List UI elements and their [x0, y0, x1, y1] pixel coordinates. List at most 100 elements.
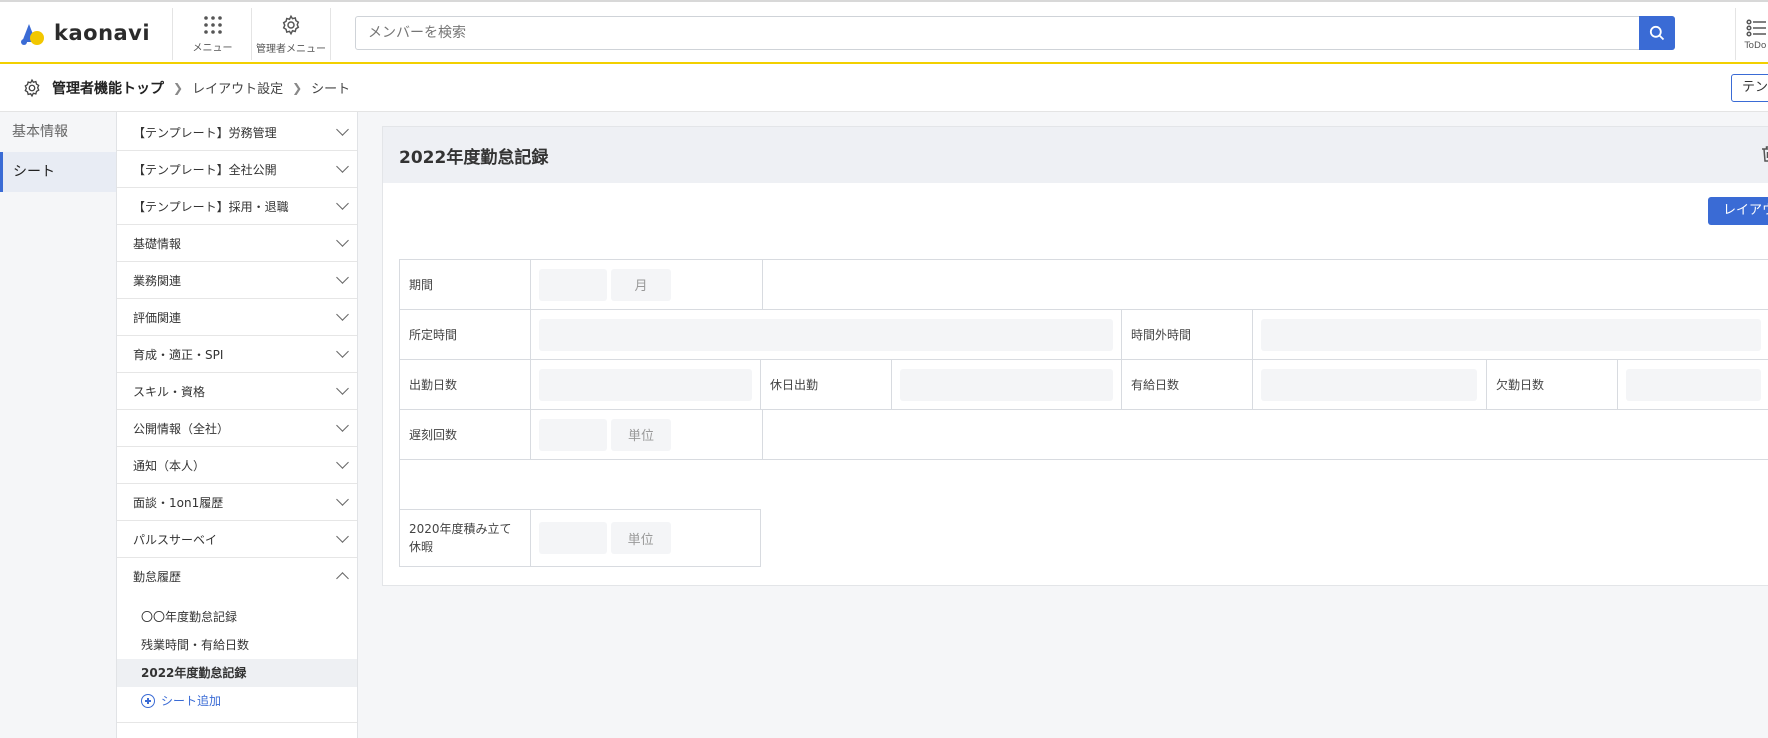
paid-leave-days-input[interactable]	[1261, 368, 1477, 401]
logo-text: kaonavi	[54, 21, 151, 45]
category-label: 【テンプレート】全社公開	[133, 162, 277, 177]
chevron-down-icon	[336, 419, 349, 432]
leftnav-item-basic-info[interactable]: 基本情報	[0, 112, 116, 152]
breadcrumb-layout-settings[interactable]: レイアウト設定	[192, 78, 283, 97]
chevron-down-icon	[336, 197, 349, 210]
leftnav-item-sheet[interactable]: シート	[0, 152, 116, 192]
chevron-down-icon	[336, 493, 349, 506]
sheet-title: 2022年度勤怠記録	[399, 147, 549, 168]
field-label-overtime-hours: 時間外時間	[1122, 310, 1253, 359]
work-days-input[interactable]	[539, 368, 752, 401]
breadcrumb-admin-top[interactable]: 管理者機能トップ	[52, 78, 164, 98]
chevron-down-icon	[336, 271, 349, 284]
scheduled-hours-cell	[531, 310, 1122, 359]
category-item[interactable]: 通知（本人）	[117, 447, 357, 484]
category-item[interactable]: 基礎情報	[117, 225, 357, 262]
category-label: スキル・資格	[133, 384, 206, 399]
chevron-down-icon	[336, 456, 349, 469]
category-item[interactable]: 育成・適正・SPI	[117, 336, 357, 373]
trash-icon[interactable]	[1761, 145, 1768, 163]
absence-days-input[interactable]	[1626, 368, 1761, 401]
logo[interactable]: kaonavi	[18, 16, 150, 50]
late-count-cell: 単位	[531, 410, 763, 459]
template-button[interactable]: テンプレート	[1731, 74, 1768, 102]
chevron-up-icon	[336, 572, 349, 585]
admin-menu-button[interactable]: 管理者メニュー	[251, 8, 331, 60]
member-search	[355, 16, 1675, 50]
search-button[interactable]	[1639, 16, 1675, 50]
field-label-absence-days: 欠勤日数	[1487, 360, 1618, 409]
chevron-down-icon	[336, 345, 349, 358]
sheet-card: 2022年度勤怠記録 レイアウト編集 期間 月 所定時間	[382, 126, 1768, 586]
category-item[interactable]: 【テンプレート】全社公開	[117, 151, 357, 188]
period-cell: 月	[531, 260, 763, 309]
admin-menu-label: 管理者メニュー	[256, 43, 326, 55]
form-row: 遅刻回数 単位	[399, 409, 1768, 459]
paid-leave-days-cell	[1253, 360, 1487, 409]
chevron-right-icon: ❯	[173, 80, 184, 95]
form-row: 2020年度積み立て休暇 単位	[399, 509, 761, 567]
form-row: 所定時間 時間外時間	[399, 309, 1768, 359]
empty-cell	[763, 260, 1768, 309]
category-item[interactable]: スキル・資格	[117, 373, 357, 410]
category-label: 業務関連	[133, 273, 182, 288]
overtime-hours-input[interactable]	[1261, 318, 1761, 351]
kaonavi-logo-icon	[21, 24, 44, 45]
category-label: 【テンプレート】労務管理	[133, 125, 277, 140]
category-item[interactable]: 【テンプレート】労務管理	[117, 114, 357, 151]
category-label: パルスサーベイ	[133, 532, 218, 547]
accumulated-leave-input[interactable]	[538, 522, 607, 554]
chevron-down-icon	[336, 123, 349, 136]
todo-button[interactable]: ToDo	[1735, 8, 1768, 60]
sheet-item[interactable]: 残業時間・有給日数	[117, 631, 357, 659]
form-row: 出勤日数 休日出勤 有給日数 欠勤日数	[399, 359, 1768, 409]
scheduled-hours-input[interactable]	[539, 318, 1113, 351]
category-item[interactable]: 評価関連	[117, 299, 357, 336]
category-label: 【テンプレート】採用・退職	[133, 199, 289, 214]
category-label: 育成・適正・SPI	[133, 347, 224, 362]
breadcrumb-bar: 管理者機能トップ ❯ レイアウト設定 ❯ シート テンプレート	[0, 64, 1768, 112]
field-label-work-days: 出勤日数	[400, 360, 531, 409]
menu-button[interactable]: メニュー	[172, 8, 252, 60]
category-item[interactable]: 公開情報（全社）	[117, 410, 357, 447]
holiday-work-input[interactable]	[900, 368, 1113, 401]
todo-label: ToDo	[1744, 40, 1767, 51]
add-sheet-button[interactable]: シート追加	[117, 687, 357, 715]
layout-edit-button[interactable]: レイアウト編集	[1708, 197, 1768, 225]
list-icon	[1745, 18, 1766, 37]
field-label-holiday-work: 休日出勤	[761, 360, 892, 409]
field-label-accumulated-leave: 2020年度積み立て休暇	[400, 510, 531, 566]
holiday-work-cell	[892, 360, 1122, 409]
late-count-input[interactable]	[539, 418, 607, 451]
absence-days-cell	[1618, 360, 1768, 409]
work-days-cell	[531, 360, 761, 409]
category-item[interactable]: パルスサーベイ	[117, 521, 357, 558]
chevron-down-icon	[336, 308, 349, 321]
category-item-attendance[interactable]: 勤怠履歴	[117, 558, 357, 595]
sheet-item-active[interactable]: 2022年度勤怠記録	[117, 659, 357, 687]
period-input[interactable]	[539, 268, 607, 301]
field-label-scheduled-hours: 所定時間	[400, 310, 531, 359]
plus-circle-icon	[141, 694, 155, 708]
form-row-empty	[399, 459, 1768, 509]
category-label: 通知（本人）	[133, 458, 206, 473]
field-label-paid-leave-days: 有給日数	[1122, 360, 1253, 409]
breadcrumb-sheet: シート	[311, 82, 351, 97]
category-item[interactable]: 【テンプレート】採用・退職	[117, 188, 357, 225]
search-input[interactable]	[356, 17, 1640, 49]
gear-icon	[24, 78, 40, 97]
sheet-header: 2022年度勤怠記録	[383, 127, 1768, 183]
form-row: 期間 月	[399, 259, 1768, 309]
add-sheet-label: シート追加	[161, 694, 222, 708]
left-nav: 基本情報 シート	[0, 112, 117, 738]
gear-icon	[282, 14, 300, 35]
category-item[interactable]: 業務関連	[117, 262, 357, 299]
attendance-form: 期間 月 所定時間 時間外時間 出勤日数 休日出勤 有給日数 欠勤日数 遅刻回数…	[399, 259, 1768, 567]
search-icon	[1649, 25, 1665, 41]
menu-label: メニュー	[192, 42, 233, 54]
accumulated-leave-unit: 単位	[610, 522, 671, 554]
period-unit: 月	[611, 268, 671, 301]
sheet-item[interactable]: 〇〇年度勤怠記録	[117, 603, 357, 631]
category-item[interactable]: 面談・1on1履歴	[117, 484, 357, 521]
category-label: 勤怠履歴	[133, 570, 182, 584]
